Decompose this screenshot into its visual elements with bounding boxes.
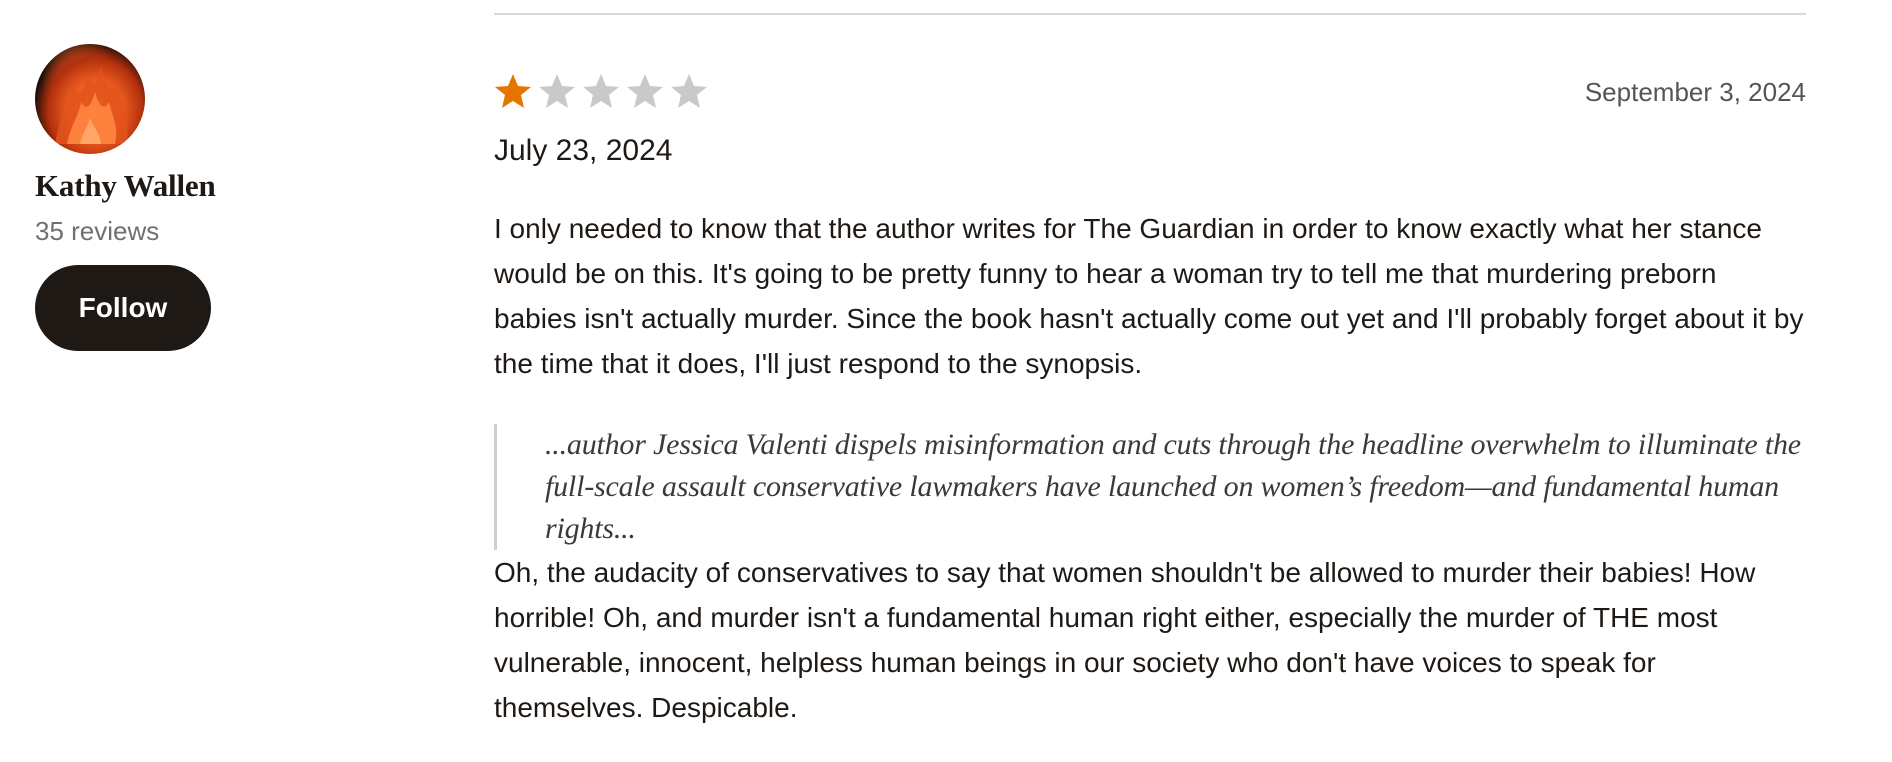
review-date[interactable]: September 3, 2024 [1585, 77, 1806, 108]
review-card: September 3, 2024 July 23, 2024 I only n… [494, 60, 1806, 730]
star-empty-icon [627, 74, 663, 108]
star-empty-icon [539, 74, 575, 108]
review-header: September 3, 2024 [494, 60, 1806, 124]
star-empty-icon [671, 74, 707, 108]
fire-image [55, 66, 128, 144]
follow-button[interactable]: Follow [35, 265, 211, 351]
reviewer-name[interactable]: Kathy Wallen [35, 168, 335, 204]
section-divider [494, 13, 1806, 15]
avatar[interactable] [35, 44, 145, 154]
star-filled-icon [495, 74, 531, 108]
review-count[interactable]: 35 reviews [35, 216, 335, 247]
synopsis-quote: ...author Jessica Valenti dispels misinf… [494, 424, 1806, 550]
star-empty-icon [583, 74, 619, 108]
review-paragraph: I only needed to know that the author wr… [494, 213, 1804, 379]
read-date: July 23, 2024 [494, 134, 673, 167]
review-paragraph: Oh, the audacity of conservatives to say… [494, 557, 1756, 723]
review-text: I only needed to know that the author wr… [494, 206, 1806, 730]
star-rating [494, 73, 708, 111]
reviewer-card: Kathy Wallen 35 reviews Follow [35, 44, 335, 351]
